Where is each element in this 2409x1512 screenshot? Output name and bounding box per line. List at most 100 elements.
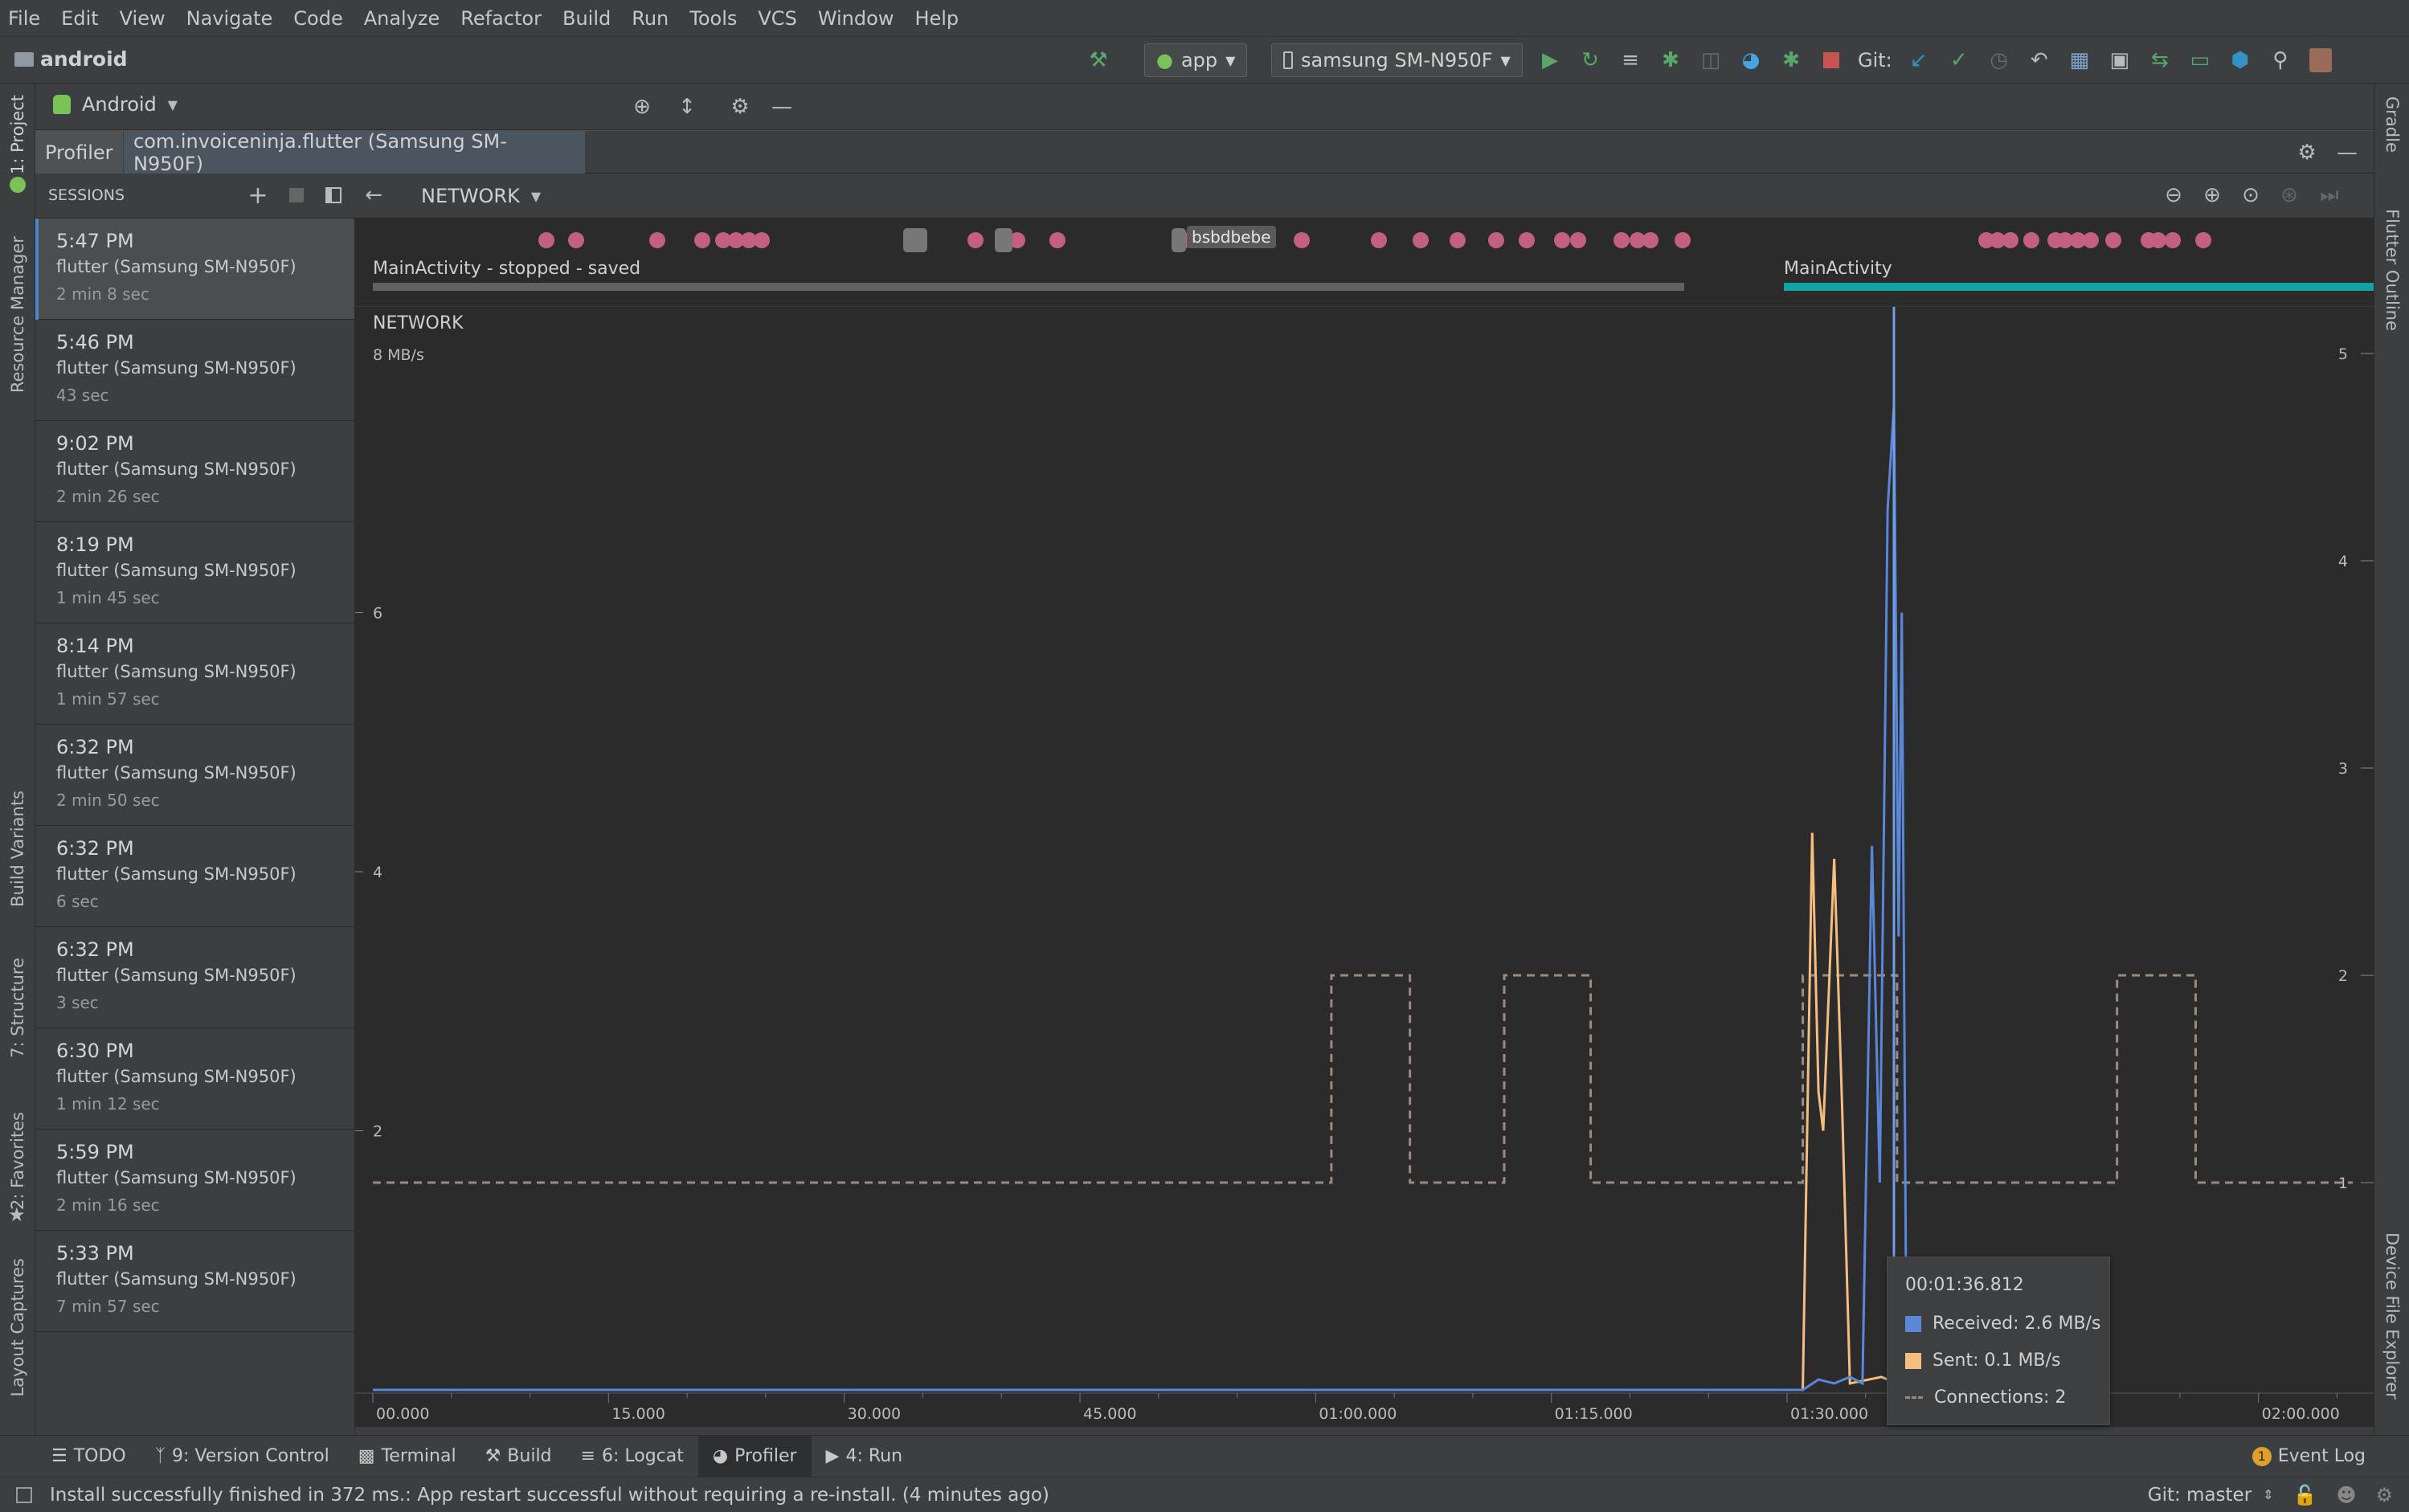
- event-marker: [649, 232, 665, 248]
- minimize-icon[interactable]: —: [768, 93, 796, 121]
- tool-structure[interactable]: 7: Structure: [8, 958, 27, 1058]
- menu-analyze[interactable]: Analyze: [364, 7, 440, 30]
- sdk-manager-icon[interactable]: ▭: [2186, 47, 2214, 74]
- session-item[interactable]: 6:32 PM flutter (Samsung SM-N950F) 6 sec: [35, 826, 354, 927]
- session-item[interactable]: 5:33 PM flutter (Samsung SM-N950F) 7 min 5…: [35, 1231, 354, 1332]
- project-structure-icon[interactable]: ▦: [2066, 47, 2093, 74]
- menu-run[interactable]: Run: [632, 7, 669, 30]
- debug-icon[interactable]: ✱: [1657, 47, 1684, 74]
- menu-vcs[interactable]: VCS: [758, 7, 796, 30]
- run-config-selector[interactable]: ● app ▼: [1144, 43, 1248, 77]
- menu-refactor[interactable]: Refactor: [460, 7, 542, 30]
- tooltip-received: Received: 2.6 MB/s: [1905, 1314, 2100, 1334]
- inspector-icon[interactable]: ☻: [2336, 1484, 2356, 1506]
- memory-icon[interactable]: ⚙: [2375, 1484, 2393, 1506]
- jump-to-live-icon[interactable]: ⏭: [2316, 182, 2343, 209]
- gear-icon[interactable]: ⚙: [726, 93, 754, 121]
- stop-icon[interactable]: [1818, 47, 1845, 74]
- attach-debugger-icon[interactable]: ✱: [1777, 47, 1805, 74]
- tool-project[interactable]: 1: Project: [8, 95, 27, 174]
- tool-version-control[interactable]: ᛉ 9: Version Control: [141, 1436, 344, 1477]
- tool-flutter-outline[interactable]: Flutter Outline: [2382, 209, 2402, 331]
- menu-window[interactable]: Window: [818, 7, 894, 30]
- menu-navigate[interactable]: Navigate: [186, 7, 273, 30]
- menu-build[interactable]: Build: [562, 7, 611, 30]
- git-branch[interactable]: Git: master: [2148, 1485, 2252, 1506]
- session-duration: 2 min 8 sec: [56, 284, 149, 304]
- rollback-icon[interactable]: ↶: [2026, 47, 2053, 74]
- session-item[interactable]: 8:19 PM flutter (Samsung SM-N950F) 1 min 4…: [35, 522, 354, 623]
- session-item[interactable]: 5:59 PM flutter (Samsung SM-N950F) 2 min 1…: [35, 1130, 354, 1231]
- minimize-icon[interactable]: —: [2333, 139, 2361, 166]
- session-item[interactable]: 9:02 PM flutter (Samsung SM-N950F) 2 min 2…: [35, 421, 354, 522]
- tool-todo[interactable]: ☰ TODO: [37, 1436, 141, 1477]
- tab-profiler[interactable]: Profiler: [35, 131, 123, 174]
- profile-icon[interactable]: ◕: [1737, 47, 1765, 74]
- menu-tools[interactable]: Tools: [689, 7, 737, 30]
- device-manager-icon[interactable]: ⬢: [2227, 47, 2254, 74]
- zoom-to-selection-icon[interactable]: ⊛: [2276, 182, 2303, 209]
- status-message[interactable]: Install successfully finished in 372 ms.…: [50, 1485, 1049, 1506]
- locate-icon[interactable]: ⊕: [628, 93, 656, 121]
- session-item[interactable]: 6:32 PM flutter (Samsung SM-N950F) 3 sec: [35, 927, 354, 1028]
- project-view-selector[interactable]: Android ▼: [53, 93, 178, 116]
- device-label: samsung SM-N950F: [1301, 49, 1493, 72]
- avatar[interactable]: [2307, 47, 2334, 74]
- session-item[interactable]: 5:46 PM flutter (Samsung SM-N950F) 43 sec: [35, 320, 354, 421]
- lock-icon[interactable]: 🔓: [2293, 1484, 2317, 1506]
- session-item[interactable]: 6:30 PM flutter (Samsung SM-N950F) 1 min 1…: [35, 1028, 354, 1130]
- event-marker: [1371, 232, 1387, 248]
- session-time: 8:14 PM: [56, 635, 134, 657]
- x-tick-label: 01:15.000: [1555, 1405, 1633, 1423]
- history-icon[interactable]: ◷: [1986, 47, 2013, 74]
- coverage-icon[interactable]: ◫: [1697, 47, 1724, 74]
- x-tick-label: 00.000: [376, 1405, 429, 1423]
- project-name: android: [40, 47, 128, 71]
- gear-icon[interactable]: ⚙: [2293, 139, 2321, 166]
- gauge-icon: ◕: [712, 1446, 729, 1466]
- breadcrumb[interactable]: android: [14, 47, 128, 71]
- tab-process[interactable]: com.invoiceninja.flutter (Samsung SM-N95…: [124, 130, 585, 175]
- tool-gradle[interactable]: Gradle: [2382, 96, 2402, 153]
- session-item[interactable]: 6:32 PM flutter (Samsung SM-N950F) 2 min 5…: [35, 725, 354, 826]
- menu-help[interactable]: Help: [914, 7, 959, 30]
- avd-manager-icon[interactable]: ▣: [2106, 47, 2133, 74]
- event-log-button[interactable]: 1 Event Log: [2238, 1436, 2380, 1477]
- tool-device-file-explorer[interactable]: Device File Explorer: [2382, 1232, 2402, 1400]
- back-arrow-icon[interactable]: ←: [360, 182, 387, 209]
- tool-logcat[interactable]: ≡ 6: Logcat: [566, 1436, 698, 1477]
- session-item[interactable]: 8:14 PM flutter (Samsung SM-N950F) 1 min 5…: [35, 623, 354, 725]
- zoom-out-icon[interactable]: ⊖: [2160, 182, 2187, 209]
- git-commit-icon[interactable]: ✓: [1945, 47, 1973, 74]
- tool-build[interactable]: ⚒ Build: [471, 1436, 566, 1477]
- session-item[interactable]: 5:47 PM flutter (Samsung SM-N950F) 2 min 8…: [35, 219, 354, 320]
- tool-layout-captures[interactable]: Layout Captures: [8, 1258, 27, 1397]
- device-selector[interactable]: samsung SM-N950F ▼: [1271, 43, 1523, 77]
- add-session-icon[interactable]: +: [244, 182, 272, 210]
- x-tick-label: 15.000: [611, 1405, 665, 1423]
- tool-resource-manager[interactable]: Resource Manager: [8, 236, 27, 393]
- collapse-panel-icon[interactable]: [320, 182, 347, 209]
- collapse-all-icon[interactable]: ↕: [673, 93, 701, 121]
- tool-favorites[interactable]: 2: Favorites: [8, 1112, 27, 1210]
- tool-build-variants[interactable]: Build Variants: [8, 791, 27, 907]
- zoom-in-icon[interactable]: ⊕: [2198, 182, 2226, 209]
- tool-profiler[interactable]: ◕ Profiler: [697, 1435, 812, 1477]
- reset-zoom-icon[interactable]: ⊙: [2237, 182, 2264, 209]
- stop-session-icon[interactable]: [283, 182, 310, 209]
- tool-terminal[interactable]: ▩ Terminal: [344, 1436, 471, 1477]
- monitor-selector[interactable]: NETWORK ▼: [421, 185, 541, 207]
- menu-view[interactable]: View: [120, 7, 166, 30]
- apply-changes-icon[interactable]: ↻: [1577, 47, 1604, 74]
- menu-file[interactable]: File: [8, 7, 40, 30]
- apply-code-changes-icon[interactable]: ≡: [1617, 47, 1644, 74]
- menu-code[interactable]: Code: [293, 7, 342, 30]
- tool-run[interactable]: ▶ 4: Run: [812, 1436, 918, 1477]
- menu-edit[interactable]: Edit: [61, 7, 98, 30]
- tooltip-sent: Sent: 0.1 MB/s: [1905, 1351, 2060, 1371]
- run-icon[interactable]: ▶: [1536, 47, 1564, 74]
- search-icon[interactable]: ⚲: [2267, 47, 2294, 74]
- sync-gradle-icon[interactable]: ⇆: [2146, 47, 2174, 74]
- make-project-button[interactable]: ⚒: [1085, 43, 1112, 77]
- git-update-icon[interactable]: ↙: [1905, 47, 1933, 74]
